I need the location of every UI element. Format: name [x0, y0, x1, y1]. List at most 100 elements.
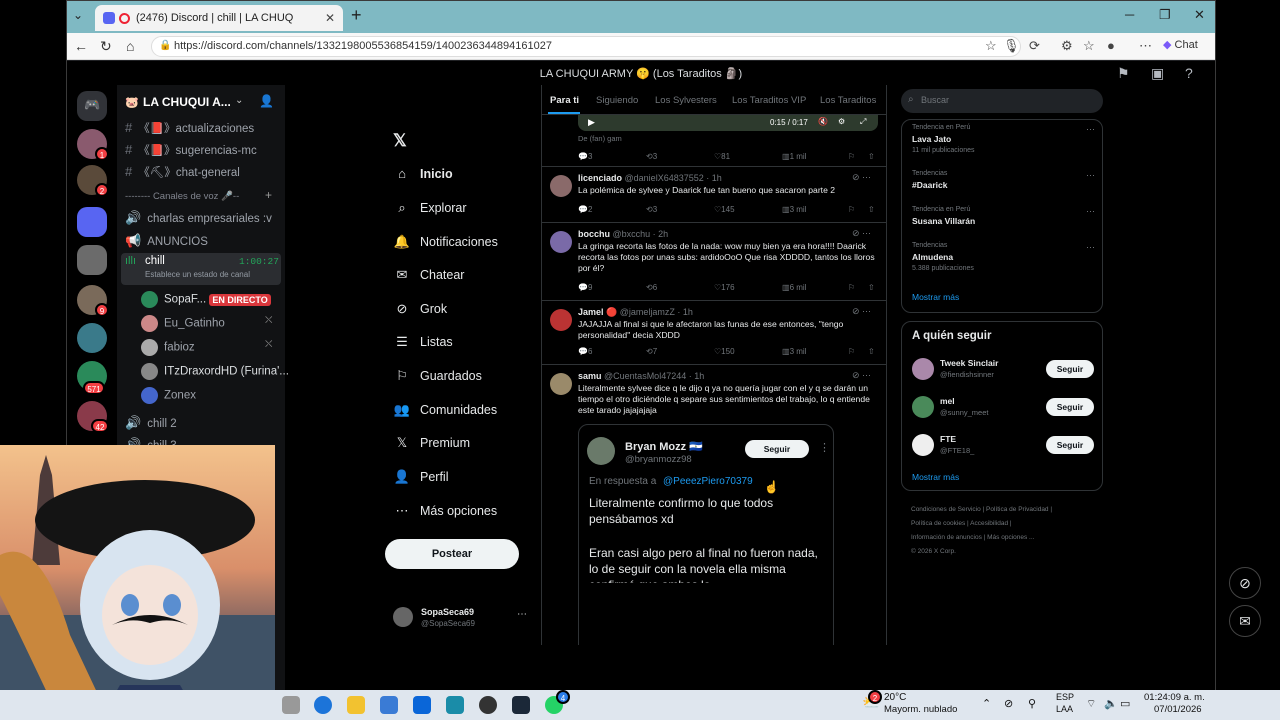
server-icon[interactable] — [77, 323, 107, 353]
weather-text[interactable]: Mayorm. nublado — [884, 704, 957, 715]
profile-more-icon[interactable]: ⋯ — [517, 609, 527, 620]
favorite-star-icon[interactable]: ☆ — [985, 38, 997, 54]
flag-icon[interactable]: ⚑ — [1117, 65, 1130, 82]
tray-network-icon[interactable]: ⚲ — [1028, 697, 1036, 710]
mute-icon[interactable]: 🔇 — [818, 117, 828, 126]
member-sopaf[interactable]: SopaF... EN DIRECTO — [141, 291, 271, 308]
retweet-count[interactable]: ⟲ 3 — [646, 152, 657, 161]
tweet-author[interactable]: samu — [578, 371, 602, 381]
nav-mas-opciones[interactable]: ⋯ Más opciones — [393, 503, 498, 519]
quoted-tweet[interactable]: Bryan Mozz 🇸🇻 @bryanmozz98 Seguir ⋮ En r… — [578, 424, 834, 645]
nav-notificaciones[interactable]: 🔔 Notificaciones — [393, 234, 498, 250]
discord-home-icon[interactable]: 🎮 — [77, 91, 107, 121]
avatar[interactable] — [550, 231, 572, 253]
voice-category[interactable]: -------- Canales de voz 🎤-- — [125, 191, 239, 202]
bookmark-icon[interactable]: ⚐ — [848, 283, 855, 292]
member-zonex[interactable]: Zonex — [141, 387, 196, 404]
avatar[interactable] — [550, 309, 572, 331]
add-channel-icon[interactable]: + — [265, 188, 272, 202]
suggestion-name[interactable]: FTE — [940, 434, 956, 444]
tweet-author[interactable]: Jamel 🔴 — [578, 307, 617, 317]
like-count[interactable]: ♡ 176 — [714, 283, 735, 292]
follow-button[interactable]: Seguir — [1046, 398, 1094, 416]
tab-los-sylvesters[interactable]: Los Sylvesters — [655, 95, 717, 106]
server-icon[interactable]: 42 — [77, 401, 109, 433]
tweet[interactable]: Jamel 🔴 @jameljamzZ · 1h ⊘ ⋯ JAJAJJA al … — [542, 301, 886, 365]
profile-avatar[interactable] — [393, 607, 413, 627]
more-icon[interactable]: ⋮ — [819, 441, 830, 454]
trend-name[interactable]: Susana Villarán — [912, 216, 975, 226]
help-icon[interactable]: ? — [1185, 65, 1193, 81]
tab-list-chevron-icon[interactable]: ⌄ — [73, 8, 83, 22]
view-count[interactable]: ▥ 3 mil — [782, 347, 806, 356]
share-icon[interactable]: ⇧ — [868, 205, 875, 214]
nav-explorar[interactable]: ⌕ Explorar — [393, 200, 466, 216]
tweet-author[interactable]: bocchu — [578, 229, 610, 239]
server-folder-3[interactable] — [77, 207, 107, 237]
x-logo-icon[interactable]: 𝕏 — [393, 131, 407, 151]
copilot-chat-button[interactable]: ◆ Chat — [1163, 38, 1198, 51]
suggestion-name[interactable]: mel — [940, 396, 955, 406]
url-field[interactable]: 🔒 https://discord.com/channels/133219800… — [151, 36, 1021, 57]
reply-count[interactable]: 💬 6 — [578, 347, 592, 356]
more-menu-icon[interactable]: ⋯ — [1139, 38, 1152, 54]
reload-icon[interactable]: ↻ — [100, 38, 112, 55]
tweet[interactable]: bocchu @bxcchu · 2h ⊘ ⋯ La gringa recort… — [542, 223, 886, 301]
footer-link[interactable]: Información de anuncios — [911, 534, 982, 541]
trend-more-icon[interactable]: ⋯ — [1086, 242, 1095, 253]
language-1[interactable]: ESP — [1056, 692, 1074, 702]
temperature[interactable]: 20°C — [884, 692, 906, 703]
close-window-icon[interactable]: ✕ — [1194, 7, 1205, 23]
grok-icon[interactable]: ⊘ ⋯ — [852, 370, 871, 381]
suggestions-show-more[interactable]: Mostrar más — [912, 472, 959, 482]
quote-follow-button[interactable]: Seguir — [745, 440, 809, 458]
mic-icon[interactable]: 🎙 — [1003, 38, 1020, 54]
store-icon[interactable] — [380, 696, 398, 714]
nav-guardados[interactable]: ⚐ Guardados — [393, 368, 482, 384]
member-fabioz[interactable]: fabioz — [141, 339, 195, 356]
voice-channel-chill[interactable]: ıllı chill 1:00:27 Establece un estado d… — [121, 253, 281, 285]
view-count[interactable]: ▥ 6 mil — [782, 283, 806, 292]
clock-time[interactable]: 01:24:09 a. m. — [1144, 692, 1205, 703]
view-count[interactable]: ▥ 3 mil — [782, 205, 806, 214]
tweet-author[interactable]: licenciado — [578, 173, 622, 183]
search-input[interactable]: ⌕ Buscar — [901, 89, 1103, 113]
voice-channel-chill-2[interactable]: 🔊 chill 2 — [125, 415, 177, 431]
favorites-icon[interactable]: ☆ — [1083, 38, 1095, 54]
nav-grok[interactable]: ⊘ Grok — [393, 301, 448, 317]
suggestion-name[interactable]: Tweek Sinclair — [940, 358, 998, 368]
settings-icon[interactable]: ⚙ — [838, 117, 845, 126]
inbox-icon[interactable]: ▣ — [1151, 65, 1164, 82]
bookmark-icon[interactable]: ⚐ — [848, 152, 855, 161]
retweet-count[interactable]: ⟲ 6 — [646, 283, 657, 292]
share-icon[interactable]: ⇧ — [868, 347, 875, 356]
steam-icon[interactable] — [512, 696, 530, 714]
footer-link[interactable]: Política de cookies — [911, 520, 965, 527]
footer-link[interactable]: Política de Privacidad — [986, 506, 1049, 513]
battery-icon[interactable]: ▭ — [1120, 697, 1130, 710]
trend-name[interactable]: #Daarick — [912, 180, 947, 190]
app-icon[interactable] — [446, 696, 464, 714]
member-itzdraxordhd[interactable]: ITzDraxordHD (Furina'... — [141, 363, 289, 380]
channel-sugerencias[interactable]: # 《📕》sugerencias-mc — [125, 142, 257, 158]
bookmark-icon[interactable]: ⚐ — [848, 205, 855, 214]
follow-button[interactable]: Seguir — [1046, 360, 1094, 378]
reply-count[interactable]: 💬 2 — [578, 205, 592, 214]
tab-discord[interactable]: (2476) Discord | chill | LA CHUQ ✕ — [95, 5, 343, 31]
reply-count[interactable]: 💬 9 — [578, 283, 592, 292]
reply-count[interactable]: 💬 3 — [578, 152, 592, 161]
profile-avatar[interactable]: ● — [1107, 38, 1115, 53]
quote-author[interactable]: Bryan Mozz 🇸🇻 — [625, 440, 703, 453]
tweet-video[interactable]: ▶ 0:15 / 0:17 🔇 ⚙ ⤢ De (fan) gam 💬 3 ⟲ 3… — [542, 115, 886, 167]
tab-taraditos-vip[interactable]: Los Taraditos VIP — [732, 95, 806, 106]
share-icon[interactable]: ⇧ — [868, 152, 875, 161]
minimize-icon[interactable]: ─ — [1125, 7, 1134, 22]
tab-taraditos[interactable]: Los Taraditos — [820, 95, 876, 106]
retweet-count[interactable]: ⟲ 3 — [646, 205, 657, 214]
volume-icon[interactable]: 🔈 — [1104, 697, 1118, 710]
footer-link[interactable]: Accesibilidad — [970, 520, 1008, 527]
task-view-icon[interactable] — [282, 696, 300, 714]
wifi-icon[interactable]: ⌔ — [1086, 697, 1096, 711]
like-count[interactable]: ♡ 81 — [714, 152, 730, 161]
channel-actualizaciones[interactable]: # 《📕》actualizaciones — [125, 120, 254, 136]
